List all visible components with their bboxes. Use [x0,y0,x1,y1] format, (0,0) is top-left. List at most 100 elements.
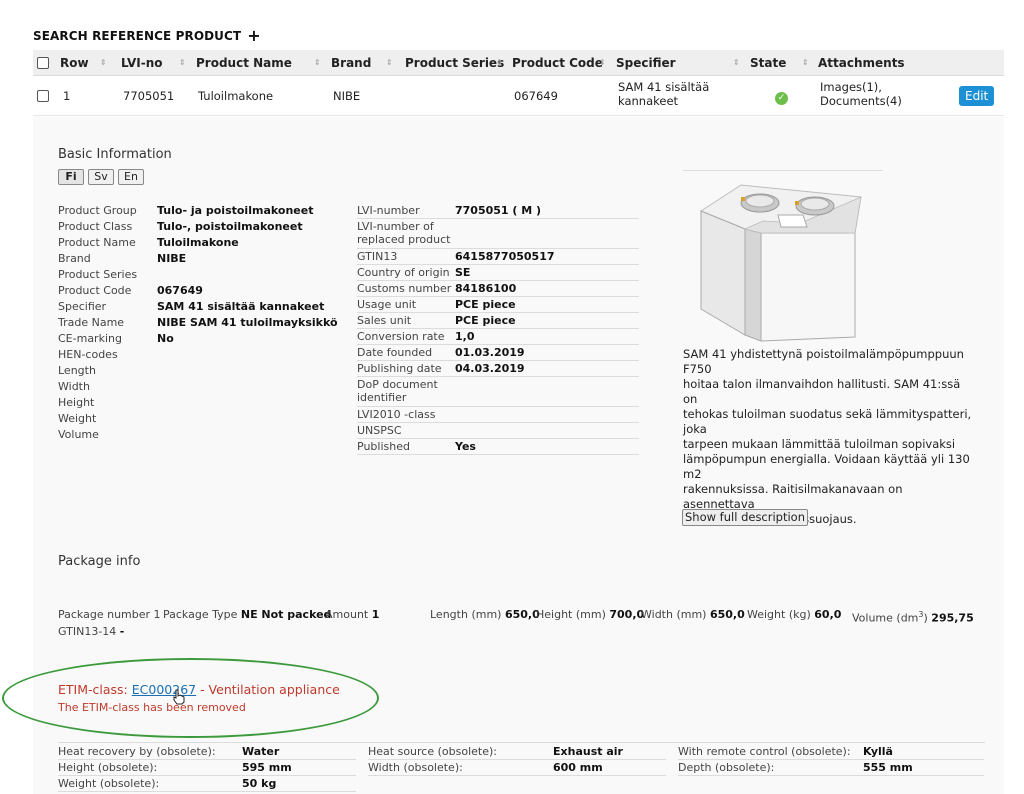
sort-icon[interactable]: ⇕ [733,58,740,67]
lang-sv-button[interactable]: Sv [88,169,114,185]
obsolete-value: Water [242,745,280,758]
package-volume: Volume (dm3) 295,75 [852,610,974,625]
basic-info-key: UNSPSC [357,424,402,437]
row-number: 1 [63,89,71,103]
sort-icon[interactable]: ⇕ [314,58,321,67]
divider [357,422,639,423]
obsolete-value: 555 mm [863,761,913,774]
basic-info-key: Publishing date [357,362,442,375]
obsolete-attribute: Heat recovery by (obsolete): Water [58,745,358,758]
basic-info-row: DoP document identifier [357,378,639,408]
package-length: Length (mm) 650,0 [430,608,540,621]
basic-info-value: 04.03.2019 [455,362,525,375]
obsolete-attribute: Weight (obsolete): 50 kg [58,777,358,790]
basic-info-row: Specifier SAM 41 sisältää kannakeet [58,300,338,316]
divider [58,759,356,760]
basic-info-key: HEN-codes [58,348,118,361]
sort-icon[interactable]: ⇕ [496,58,503,67]
col-row[interactable]: Row [60,56,89,70]
basic-info-value: 84186100 [455,282,517,295]
obsolete-value: Kyllä [863,745,893,758]
attachments-line: Images(1), [820,80,882,94]
basic-info-key: Trade Name [58,316,125,329]
basic-info-key: Height [58,396,95,409]
basic-info-row: Product Series [58,268,338,284]
col-state[interactable]: State [750,56,786,70]
edit-button[interactable]: Edit [959,86,995,106]
basic-info-key: DoP document [357,378,438,391]
divider [357,296,639,297]
basic-info-row: Width [58,380,338,396]
col-attachments[interactable]: Attachments [818,56,905,70]
col-product-name[interactable]: Product Name [196,56,292,70]
divider [58,791,356,792]
obsolete-key: Height (obsolete): [58,761,158,774]
table-row[interactable]: 1 7705051 Tuloilmakone NIBE 067649 SAM 4… [33,76,1004,116]
basic-info-key: Customs number [357,282,452,295]
col-lvi-no[interactable]: LVI-no [121,56,163,70]
basic-info-key: Product Code [58,284,132,297]
description-line: rakennuksissa. Raitisilmakanavaan on ase… [683,482,903,511]
col-product-code[interactable]: Product Code [512,56,603,70]
obsolete-value: 600 mm [553,761,603,774]
hand-cursor-icon [173,689,185,705]
col-brand[interactable]: Brand [331,56,371,70]
obsolete-key: Width (obsolete): [368,761,463,774]
basic-info-key: GTIN13 [357,250,398,263]
add-icon[interactable]: + [247,26,261,45]
col-specifier[interactable]: Specifier [616,56,676,70]
basic-info-key: LVI-number [357,204,420,217]
basic-info-row: Height [58,396,338,412]
basic-info-value: Tulo- ja poistoilmakoneet [157,204,314,217]
show-full-description-button[interactable]: Show full description [682,509,809,526]
basic-info-value: SE [455,266,471,279]
package-weight: Weight (kg) 60,0 [747,608,842,621]
row-specifier: SAM 41 sisältää kannakeet [618,80,709,108]
basic-info-value: Yes [455,440,476,453]
sort-icon[interactable]: ⇕ [599,58,606,67]
divider [357,248,639,249]
basic-info-row: CE-marking No [58,332,338,348]
obsolete-key: Weight (obsolete): [58,777,160,790]
sort-icon[interactable]: ⇕ [100,58,107,67]
product-description: SAM 41 yhdistettynä poistoilmalämpöpumpp… [683,347,973,527]
basic-info-value: PCE piece [455,314,516,327]
divider [357,264,639,265]
divider [678,759,984,760]
obsolete-value: Exhaust air [553,745,623,758]
package-gtin: GTIN13-14 - [58,625,125,638]
sort-icon[interactable]: ⇕ [386,58,393,67]
basic-info-value: SAM 41 sisältää kannakeet [157,300,325,313]
etim-code-link[interactable]: EC000267 [132,682,196,697]
basic-info-key: Length [58,364,96,377]
basic-info-value: PCE piece [455,298,516,311]
basic-info-key: LVI2010 -class [357,408,436,421]
divider [357,312,639,313]
divider [357,406,639,407]
divider [357,280,639,281]
description-line: lämpöpumpun energialla. Voidaan käyttää … [683,452,970,481]
basic-info-key: Product Group [58,204,137,217]
col-product-series[interactable]: Product Series [405,56,504,70]
package-amount: Amount 1 [325,608,380,621]
obsolete-key: With remote control (obsolete): [678,745,851,758]
divider [357,218,639,219]
lang-fi-button[interactable]: Fi [58,169,84,185]
basic-info-value: 7705051 ( M ) [455,204,542,217]
lang-en-button[interactable]: En [118,169,144,185]
results-table: Row ⇕ LVI-no ⇕ Product Name ⇕ Brand ⇕ Pr… [33,50,1004,116]
row-checkbox[interactable] [37,90,49,105]
row-attachments[interactable]: Images(1), Documents(4) [820,80,902,108]
obsolete-value: 595 mm [242,761,292,774]
etim-class: ETIM-class: EC000267 - Ventilation appli… [58,682,340,697]
divider [357,376,639,377]
obsolete-value: 50 kg [242,777,277,790]
description-line: tehokas tuloilman suodatus sekä lämmitys… [683,407,972,436]
basic-info-key: Product Series [58,268,138,281]
basic-info-row: Product Class Tulo-, poistoilmakoneet [58,220,338,236]
select-all-checkbox[interactable] [37,57,49,72]
row-product-code: 067649 [514,89,558,103]
sort-icon[interactable]: ⇕ [802,58,809,67]
basic-info-row: Length [58,364,338,380]
sort-icon[interactable]: ⇕ [179,58,186,67]
